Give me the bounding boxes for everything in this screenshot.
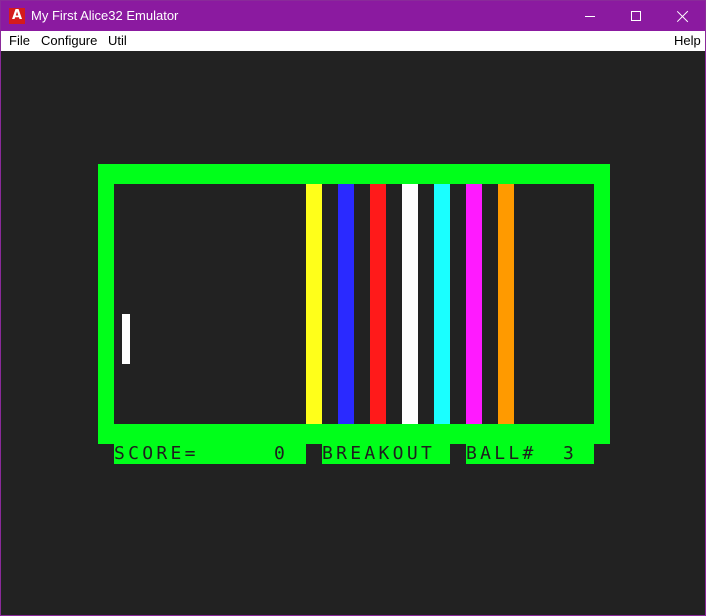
ball-value: 3 <box>563 443 578 464</box>
brick-column-yellow <box>306 184 322 424</box>
brick-column-white <box>402 184 418 424</box>
minimize-icon <box>585 16 595 17</box>
minimize-button[interactable] <box>567 1 613 31</box>
ball-label: BALL# <box>466 443 537 464</box>
menu-util[interactable]: Util <box>108 31 127 51</box>
score-value: 0 <box>274 443 289 464</box>
score-label: SCORE= <box>114 443 199 464</box>
window-title: My First Alice32 Emulator <box>31 8 179 23</box>
paddle <box>122 314 130 364</box>
game-title-box: BREAKOUT <box>322 443 450 464</box>
app-icon: A <box>9 8 25 24</box>
brick-column-blue <box>338 184 354 424</box>
brick-column-cyan <box>434 184 450 424</box>
border-left <box>98 184 114 444</box>
menu-file[interactable]: File <box>9 31 30 51</box>
border-bottom <box>98 424 610 444</box>
emulator-screen[interactable]: SCORE= 0 BREAKOUT BALL# 3 <box>1 51 705 615</box>
ball-box: BALL# 3 <box>466 443 594 464</box>
close-icon <box>676 8 690 24</box>
border-top <box>98 164 610 184</box>
brick-column-orange <box>498 184 514 424</box>
border-right <box>594 184 610 444</box>
menu-help[interactable]: Help <box>674 31 701 51</box>
game-title: BREAKOUT <box>322 443 436 464</box>
menu-configure[interactable]: Configure <box>41 31 97 51</box>
brick-column-red <box>370 184 386 424</box>
score-box: SCORE= 0 <box>114 443 306 464</box>
maximize-icon <box>631 11 641 21</box>
emulator-window: A My First Alice32 Emulator File Configu… <box>0 0 706 616</box>
brick-column-magenta <box>466 184 482 424</box>
maximize-button[interactable] <box>613 1 659 31</box>
menu-bar: File Configure Util Help <box>1 31 705 51</box>
close-button[interactable] <box>659 1 705 31</box>
title-bar[interactable]: A My First Alice32 Emulator <box>1 1 705 31</box>
